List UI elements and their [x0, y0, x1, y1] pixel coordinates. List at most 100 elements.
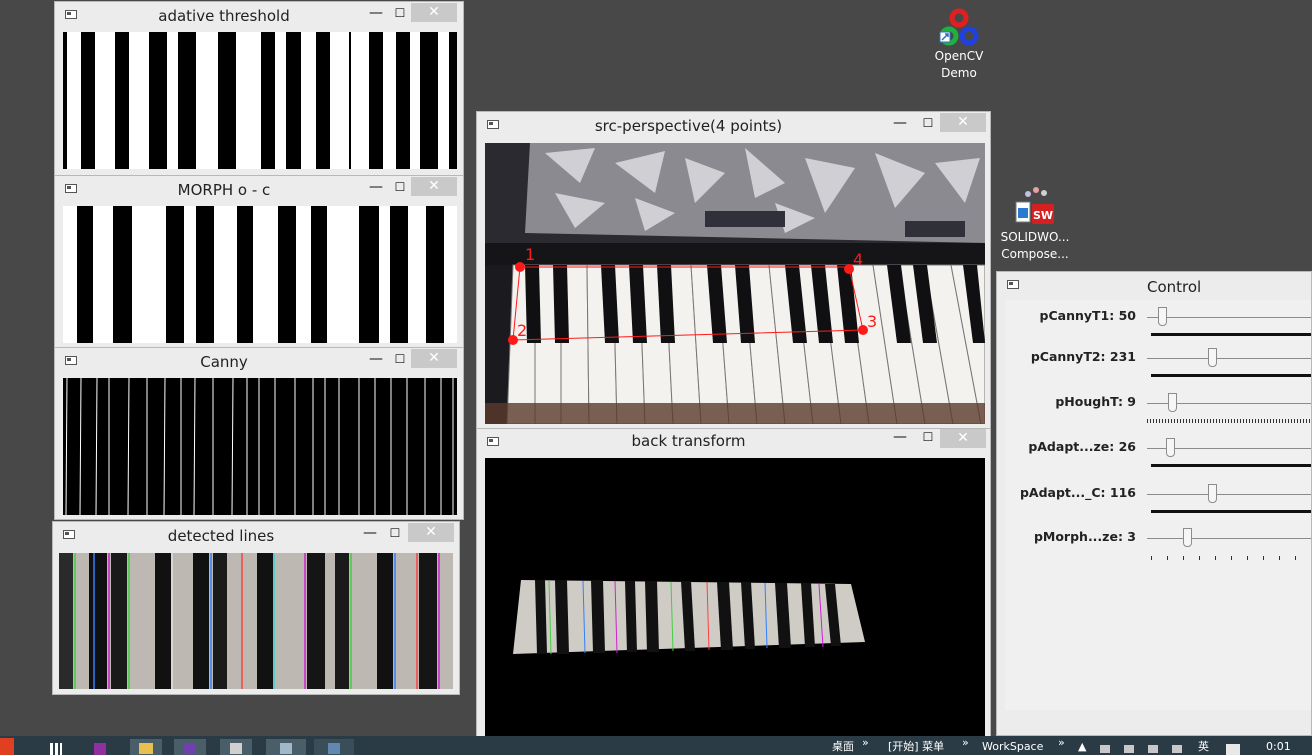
slider-track[interactable]: [1147, 358, 1311, 359]
slider-thumb[interactable]: [1158, 307, 1167, 326]
canny-window[interactable]: Canny — ☐ ✕: [54, 347, 464, 520]
maximize-button[interactable]: ☐: [919, 429, 937, 447]
title-bar[interactable]: src-perspective(4 points) — ☐ ✕: [477, 112, 990, 138]
toolbar-desktop-label[interactable]: 桌面: [832, 738, 854, 755]
tray-icon-1[interactable]: [1100, 745, 1110, 753]
slider-tick-marks: [1151, 556, 1311, 560]
opencv-logo-icon: [939, 8, 979, 46]
window-icon: [63, 530, 75, 539]
taskbar-app-icon-3[interactable]: [314, 739, 354, 755]
minimize-button[interactable]: —: [367, 351, 385, 369]
adaptive-threshold-image: [63, 32, 457, 169]
tray-expand-icon[interactable]: ▲: [1078, 738, 1086, 755]
slider-canny-t2[interactable]: pCannyT2: 231: [1005, 346, 1311, 390]
maximize-button[interactable]: ☐: [391, 351, 409, 369]
clock[interactable]: 0:01: [1266, 738, 1291, 755]
point-label-4: 4: [853, 250, 863, 269]
toolbar-start-menu-label[interactable]: [开始] 菜单: [888, 738, 944, 755]
slider-track[interactable]: [1147, 538, 1311, 539]
keyboard-photo[interactable]: 1 2 3 4: [485, 143, 985, 424]
slider-adapt-c[interactable]: pAdapt..._C: 116: [1005, 482, 1311, 526]
maximize-button[interactable]: ☐: [919, 115, 937, 133]
minimize-button[interactable]: —: [891, 115, 909, 133]
chevron-right-icon[interactable]: »: [862, 734, 869, 751]
slider-tick-bar: [1147, 419, 1311, 423]
input-method-icon[interactable]: [1226, 744, 1240, 755]
slider-thumb[interactable]: [1168, 393, 1177, 412]
minimize-button[interactable]: —: [367, 5, 385, 23]
window-icon: [1007, 280, 1019, 289]
chevron-right-icon[interactable]: »: [1058, 734, 1065, 751]
close-button[interactable]: ✕: [411, 349, 457, 368]
point-label-1: 1: [525, 245, 535, 264]
start-button[interactable]: [0, 738, 14, 755]
title-bar[interactable]: MORPH o - c — ☐ ✕: [55, 176, 463, 202]
close-button[interactable]: ✕: [940, 113, 986, 132]
window-title: Canny: [200, 353, 248, 371]
volume-icon[interactable]: [1148, 745, 1158, 753]
slider-canny-t1[interactable]: pCannyT1: 50: [1005, 305, 1311, 349]
slider-thumb[interactable]: [1208, 348, 1217, 367]
slider-thumb[interactable]: [1208, 484, 1217, 503]
taskbar-explorer-icon[interactable]: [130, 739, 162, 755]
ime-indicator[interactable]: 英: [1198, 738, 1209, 755]
network-icon[interactable]: [1172, 745, 1182, 753]
title-bar[interactable]: back transform — ☐ ✕: [477, 429, 990, 455]
slider-track[interactable]: [1147, 317, 1311, 318]
morph-window[interactable]: MORPH o - c — ☐ ✕: [54, 175, 464, 348]
detected-lines-image: [59, 553, 453, 689]
morph-image: [63, 206, 457, 343]
back-transform-window[interactable]: back transform — ☐ ✕: [476, 428, 991, 744]
close-button[interactable]: ✕: [411, 3, 457, 22]
minimize-button[interactable]: —: [891, 429, 909, 447]
solidworks-logo-icon: SW: [1015, 187, 1054, 224]
taskbar-app-grid-icon[interactable]: [44, 740, 70, 755]
maximize-button[interactable]: ☐: [386, 525, 404, 543]
slider-hough-t[interactable]: pHoughT: 9: [1005, 391, 1311, 435]
taskbar-window-icon[interactable]: [220, 739, 252, 755]
slider-tick-bar: [1151, 333, 1311, 336]
adaptive-threshold-window[interactable]: adative threshold — ☐ ✕: [54, 1, 464, 176]
edges-graphic: [65, 378, 454, 515]
slider-label: pCannyT1: 50: [1039, 308, 1136, 323]
stripes-graphic: [77, 206, 444, 343]
slider-tick-bar: [1151, 464, 1311, 467]
taskbar-app-icon-2[interactable]: [266, 739, 306, 755]
window-title: Control: [1147, 278, 1202, 296]
window-icon: [65, 184, 77, 193]
detected-lines-window[interactable]: detected lines — ☐ ✕: [52, 521, 460, 695]
title-bar[interactable]: detected lines — ☐ ✕: [53, 522, 459, 548]
window-title: back transform: [631, 432, 746, 450]
toolbar-workspace-label[interactable]: WorkSpace: [982, 738, 1043, 755]
chevron-right-icon[interactable]: »: [962, 734, 969, 751]
slider-thumb[interactable]: [1183, 528, 1192, 547]
slider-track[interactable]: [1147, 494, 1311, 495]
window-icon: [487, 437, 499, 446]
slider-morph-size[interactable]: pMorph...ze: 3: [1005, 526, 1311, 570]
close-button[interactable]: ✕: [411, 177, 457, 196]
solidworks-composer-shortcut[interactable]: SW SOLIDWO... Compose...: [998, 186, 1072, 266]
close-button[interactable]: ✕: [940, 429, 986, 448]
stripes-graphic: [63, 32, 457, 169]
title-bar[interactable]: adative threshold — ☐ ✕: [55, 2, 463, 28]
window-icon: [65, 356, 77, 365]
taskbar-onenote-icon[interactable]: [88, 740, 112, 755]
taskbar-visual-studio-icon[interactable]: [174, 739, 206, 755]
maximize-button[interactable]: ☐: [391, 5, 409, 23]
tray-icon-2[interactable]: [1124, 745, 1134, 753]
opencv-demo-shortcut[interactable]: OpenCV Demo: [930, 8, 988, 86]
slider-panel: pCannyT1: 50 pCannyT2: 231 pHoughT: 9 pA…: [1005, 300, 1311, 710]
slider-thumb[interactable]: [1166, 438, 1175, 457]
control-window[interactable]: Control pCannyT1: 50 pCannyT2: 231 pHoug…: [996, 271, 1312, 736]
minimize-button[interactable]: —: [367, 179, 385, 197]
src-perspective-window[interactable]: src-perspective(4 points) — ☐ ✕ 1 2 3 4: [476, 111, 991, 431]
maximize-button[interactable]: ☐: [391, 179, 409, 197]
title-bar[interactable]: Control: [997, 272, 1311, 300]
minimize-button[interactable]: —: [361, 525, 379, 543]
close-button[interactable]: ✕: [408, 523, 454, 542]
canny-image: [63, 378, 457, 515]
title-bar[interactable]: Canny — ☐ ✕: [55, 348, 463, 374]
window-icon: [65, 10, 77, 19]
warped-keys-graphic: [513, 580, 865, 655]
slider-adapt-size[interactable]: pAdapt...ze: 26: [1005, 436, 1311, 480]
